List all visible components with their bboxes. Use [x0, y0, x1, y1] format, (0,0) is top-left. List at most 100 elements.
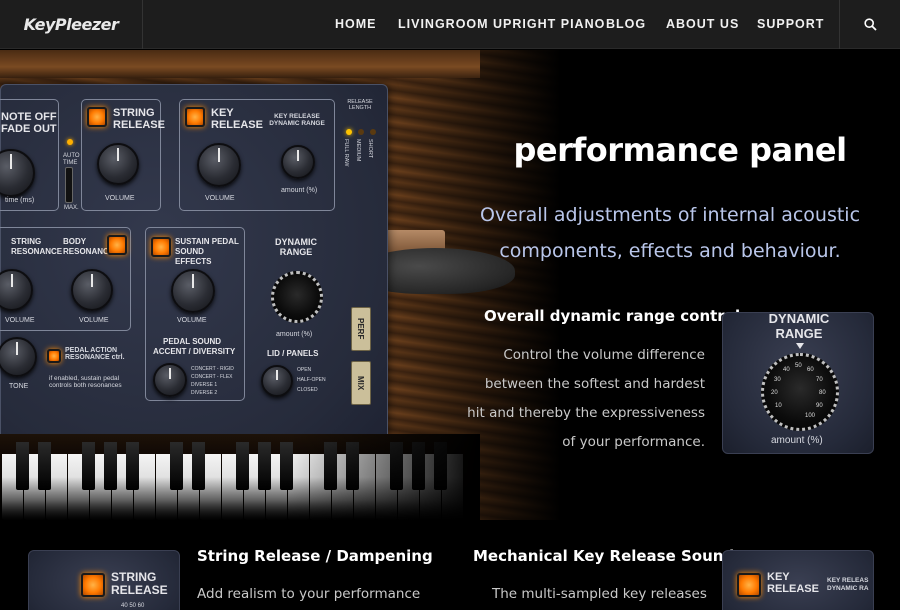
page-lead: Overall adjustments of internal acoustic…: [479, 204, 861, 262]
full-raw-led: [346, 129, 352, 135]
dial-tick-40: 40: [783, 367, 790, 373]
dynamic-range-thumbnail: DYNAMIC RANGE 10 20 30 40 50 60 70 80 90…: [722, 312, 874, 454]
nav-home[interactable]: HOME: [335, 17, 377, 31]
piano-lid-edge: [0, 50, 480, 78]
dial-tick-100: 100: [805, 413, 816, 419]
key-release-dynamic-knob: [281, 145, 315, 179]
feature-title-dynamic-range: Overall dynamic range control: [484, 307, 741, 325]
key-release-knob: [197, 143, 241, 187]
body-resonance-label: BODY RESONANCE: [63, 237, 115, 256]
nav-about-us[interactable]: ABOUT US: [666, 17, 739, 31]
pedal-action-led: [47, 349, 61, 363]
fade-out-label: FADE OUT: [1, 123, 57, 135]
medium-label: MEDIUM: [355, 139, 361, 162]
release-length-label: RELEASE LENGTH: [347, 99, 373, 111]
pedal-action-resonance-label: PEDAL ACTION RESONANCE ctrl.: [65, 347, 125, 361]
nav-support[interactable]: SUPPORT: [757, 17, 824, 31]
pedal-option-4: DIVERSE 2: [191, 390, 218, 396]
dial-tick-20: 20: [771, 390, 778, 396]
lid-option-3: CLOSED: [297, 387, 318, 393]
performance-panel-image: NOTE OFF FADE OUT time (ms) AUTO TIME MA…: [0, 84, 388, 472]
dial-tick-30: 30: [774, 377, 781, 383]
dial-tick-50: 50: [795, 363, 802, 369]
full-raw-label: FULL RAW: [343, 139, 349, 167]
short-label: SHORT: [367, 139, 373, 159]
feature-text-string-release: Add realism to your performance: [197, 586, 421, 602]
key-release-volume-label: VOLUME: [205, 195, 235, 202]
lid-panels-label: LID / PANELS: [267, 349, 319, 358]
pedal-sound-label: PEDAL SOUND: [163, 337, 222, 346]
key-release-thumbnail: KEY RELEASE KEY RELEAS DYNAMIC RA: [722, 550, 874, 610]
string-release-knob: [97, 143, 139, 185]
search-icon: [863, 18, 877, 31]
tone-label: TONE: [9, 383, 29, 390]
pedal-option-3: DIVERSE 1: [191, 382, 218, 388]
string-release-thumbnail: STRING RELEASE 40 50 60: [28, 550, 180, 610]
sustain-pedal-volume-label: VOLUME: [177, 317, 207, 324]
page-title: performance panel: [513, 131, 847, 169]
search-button[interactable]: [839, 0, 900, 49]
dial-pointer-icon: [796, 343, 804, 349]
short-led: [370, 129, 376, 135]
key-release-label: KEY RELEASE: [211, 107, 263, 131]
thumb-string-release-scale: 40 50 60: [121, 603, 145, 609]
pedal-option-2: CONCERT - FLEX: [191, 374, 233, 380]
sustain-pedal-led: [151, 237, 171, 257]
perf-button: PERF: [351, 307, 371, 351]
string-resonance-label: STRING RESONANCE: [11, 237, 63, 256]
feature-text-dynamic-range: Control the volume difference between th…: [467, 347, 705, 450]
auto-time-led: [67, 139, 73, 145]
feature-text-key-release: The multi-sampled key releases: [492, 586, 707, 602]
body-resonance-volume-label: VOLUME: [79, 317, 109, 324]
keys-fade-overlay: [0, 434, 480, 520]
string-release-led: [87, 107, 107, 127]
feature-title-key-release: Mechanical Key Release Sounds: [473, 547, 744, 565]
thumb-dynamic-range-label: DYNAMIC RANGE: [768, 312, 830, 341]
top-navigation-bar: KeyPleezer HOME LIVINGROOM UPRIGHT PIANO…: [0, 0, 900, 49]
key-release-amount-label: amount (%): [281, 187, 318, 194]
mix-button: MIX: [351, 361, 371, 405]
thumb-string-release-led: [81, 573, 105, 597]
thumb-amount-label: amount (%): [771, 435, 823, 446]
dial-tick-90: 90: [816, 403, 823, 409]
sustain-pedal-knob: [171, 269, 215, 313]
auto-time-switch: [65, 167, 73, 203]
auto-time-label: AUTO TIME: [63, 153, 80, 166]
lid-option-2: HALF-OPEN: [297, 377, 326, 383]
key-release-led: [185, 107, 205, 127]
thumb-key-release-label: KEY RELEASE: [767, 571, 819, 595]
feature-title-string-release: String Release / Dampening: [197, 547, 433, 565]
string-release-volume-label: VOLUME: [105, 195, 135, 202]
lid-option-1: OPEN: [297, 367, 312, 373]
dial-tick-10: 10: [775, 403, 782, 409]
thumb-string-release-label: STRING RELEASE: [111, 570, 168, 597]
tone-knob: [0, 337, 37, 377]
body-resonance-knob: [71, 269, 113, 311]
sustain-pedal-sound-effects-label: SUSTAIN PEDAL SOUND EFFECTS: [175, 237, 239, 266]
dynamic-range-dial: [271, 271, 323, 323]
dynamic-range-amount-label: amount (%): [276, 331, 313, 338]
time-ms-label: time (ms): [5, 197, 35, 204]
medium-led: [358, 129, 364, 135]
pedal-action-note: if enabled, sustain pedal controls both …: [49, 375, 122, 389]
max-label: MAX.: [64, 205, 79, 211]
string-release-label: STRING RELEASE: [113, 107, 165, 131]
thumb-key-release-led: [737, 573, 761, 597]
thumb-key-release-dynamic-label: KEY RELEAS DYNAMIC RA: [827, 577, 869, 592]
key-release-dynamic-range-label: KEY RELEASE DYNAMIC RANGE: [269, 113, 325, 127]
lid-panels-knob: [261, 365, 293, 397]
accent-diversity-knob: [153, 363, 187, 397]
string-resonance-volume-label: VOLUME: [5, 317, 35, 324]
dial-tick-60: 60: [807, 367, 814, 373]
dial-tick-80: 80: [819, 390, 826, 396]
note-off-label: NOTE OFF: [1, 111, 57, 123]
keypleezer-logo[interactable]: KeyPleezer: [0, 0, 143, 49]
resonance-led: [107, 235, 127, 255]
nav-blog[interactable]: BLOG: [606, 17, 646, 31]
dynamic-range-label: DYNAMIC RANGE: [275, 237, 317, 257]
thumb-dial-ticks: 10 20 30 40 50 60 70 80 90 100: [771, 363, 826, 419]
dial-tick-70: 70: [816, 377, 823, 383]
hero-section: NOTE OFF FADE OUT time (ms) AUTO TIME MA…: [0, 50, 900, 520]
accent-diversity-label: ACCENT / DIVERSITY: [153, 347, 236, 356]
nav-livingroom-upright-piano[interactable]: LIVINGROOM UPRIGHT PIANO: [398, 17, 605, 31]
